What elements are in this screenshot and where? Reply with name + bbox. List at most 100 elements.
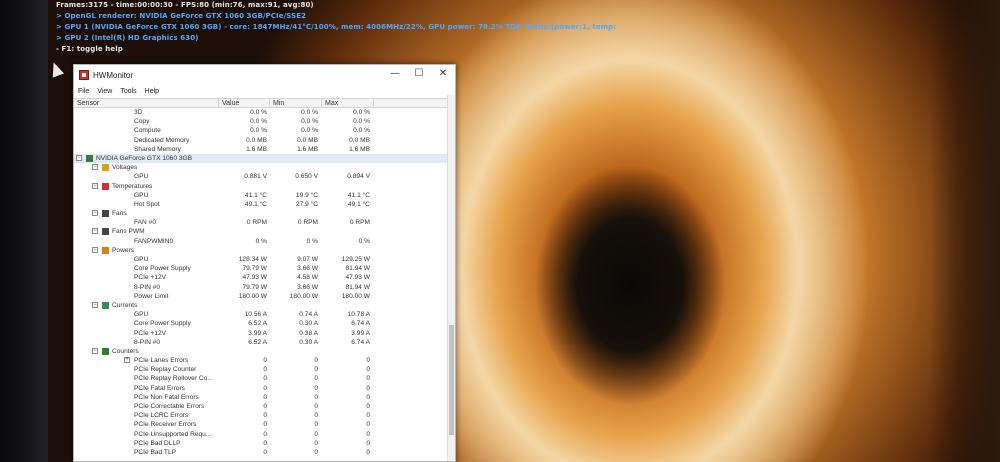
scrollbar-thumb[interactable] (449, 325, 454, 435)
sensor-row[interactable]: PCIe Replay Rollover Co... 0 0 0 (74, 374, 455, 383)
sensor-row[interactable]: PCIe Bad TLP 0 0 0 (74, 448, 455, 457)
sensor-row[interactable]: PCIe Fatal Errors 0 0 0 (74, 384, 455, 393)
column-header-value[interactable]: Value (219, 99, 270, 108)
sensor-label: Core Power Supply (134, 265, 191, 273)
sensor-row[interactable]: Shared Memory 1.6 MB 1.6 MB 1.6 MB (74, 145, 455, 154)
sensor-max: 0.0 % (353, 118, 370, 126)
sensor-row[interactable]: − Currents (74, 301, 455, 310)
collapse-toggle-icon[interactable]: − (92, 301, 98, 308)
sensor-value: 1.6 MB (246, 145, 267, 153)
sensor-max: 0 (366, 357, 370, 365)
sensor-row[interactable]: − Fans PWM (74, 227, 455, 236)
sensor-row[interactable]: Core Power Supply 6.52 A 0.30 A 6.74 A (74, 319, 455, 328)
title-bar[interactable]: HWMonitor — ☐ ✕ (74, 65, 455, 85)
sensor-max: 0 (366, 384, 370, 392)
sensor-value: 0 (263, 393, 267, 401)
sensor-row[interactable]: − Powers (74, 246, 455, 255)
collapse-toggle-icon[interactable]: − (76, 154, 82, 161)
sensor-row[interactable]: GPU 0.881 V 0.650 V 0.894 V (74, 172, 455, 181)
sensor-min: 0 (314, 357, 318, 365)
sensor-label: 3D (134, 109, 143, 116)
sensor-row[interactable]: PCIe Receiver Errors 0 0 0 (74, 420, 455, 429)
sensor-row[interactable]: PCIe +12V 3.99 A 0.38 A 3.99 A (74, 329, 455, 338)
sensor-label: Powers (112, 246, 134, 254)
sensor-value: 10.56 A (244, 311, 267, 319)
column-header-sensor[interactable]: Sensor (74, 99, 219, 108)
minimize-button[interactable]: — (383, 65, 407, 85)
menu-file[interactable]: File (78, 88, 89, 95)
sensor-label: PCIe Replay Counter (134, 366, 197, 374)
sensor-max: 0 (366, 375, 370, 383)
collapse-toggle-icon[interactable]: − (92, 164, 98, 171)
sensor-row[interactable]: GPU 10.56 A 0.74 A 10.78 A (74, 310, 455, 319)
sensor-row[interactable]: PCIe Replay Counter 0 0 0 (74, 365, 455, 374)
sensor-value: 3.99 A (248, 329, 267, 337)
sensor-row[interactable]: PCIe Non Fatal Errors 0 0 0 (74, 393, 455, 402)
menu-tools[interactable]: Tools (120, 88, 136, 95)
sensor-row[interactable]: Copy 0.0 % 0.0 % 0.0 % (74, 117, 455, 126)
sensor-min: 0.30 A (299, 338, 318, 346)
collapse-toggle-icon[interactable]: − (92, 182, 98, 189)
sensor-row[interactable]: Core Power Supply 79.79 W 3.66 W 81.94 W (74, 264, 455, 273)
sensor-row[interactable]: − Counters (74, 347, 455, 356)
column-header-max[interactable]: Max (322, 99, 374, 108)
menu-help[interactable]: Help (145, 88, 159, 95)
sensor-label: Voltages (112, 164, 138, 172)
sensor-min: 0 RPM (297, 219, 318, 227)
sensor-row[interactable]: Dedicated Memory 0.0 MB 0.0 MB 0.0 MB (74, 136, 455, 145)
sensor-label: Core Power Supply (134, 320, 191, 328)
sensor-label: Power Limit (134, 292, 169, 300)
sensor-row[interactable]: GPU 128.34 W 9.07 W 129.25 W (74, 255, 455, 264)
maximize-button[interactable]: ☐ (407, 65, 431, 85)
collapse-toggle-icon[interactable]: − (92, 246, 98, 253)
sensor-max: 0.0 % (353, 127, 370, 135)
sensor-row[interactable]: PCIe Bad DLLP 0 0 0 (74, 439, 455, 448)
sensor-row[interactable]: PCIe Correctable Errors 0 0 0 (74, 402, 455, 411)
menu-view[interactable]: View (97, 88, 112, 95)
sensor-row[interactable]: 8-PIN #0 6.52 A 0.30 A 6.74 A (74, 338, 455, 347)
collapse-toggle-icon[interactable]: − (92, 210, 98, 217)
sensor-row[interactable]: FANPWMIN0 0 % 0 % 0 % (74, 237, 455, 246)
column-header-min[interactable]: Min (270, 99, 322, 108)
sensor-max: 0 (366, 430, 370, 438)
sensor-row[interactable]: − NVIDIA GeForce GTX 1060 3GB (74, 153, 455, 164)
sensor-row[interactable]: Compute 0.0 % 0.0 % 0.0 % (74, 126, 455, 135)
sensor-row[interactable]: PCIe LCRC Errors 0 0 0 (74, 411, 455, 420)
sensor-row[interactable]: Hot Spot 49.1 °C 27.9 °C 49.1 °C (74, 200, 455, 209)
sensor-row[interactable]: PCIe +12V 47.93 W 4.58 W 47.93 W (74, 273, 455, 282)
monitor-bezel-left (0, 0, 48, 462)
sensor-label: PCIe Bad TLP (134, 448, 177, 456)
sensor-row[interactable]: + PCIe Lanes Errors 0 0 0 (74, 356, 455, 365)
sensor-label: PCIe Bad DLLP (134, 439, 181, 447)
sensor-label: Compute (134, 127, 161, 135)
expand-toggle-icon[interactable]: + (124, 357, 130, 364)
osd-renderer-line: > OpenGL renderer: NVIDIA GeForce GTX 10… (56, 12, 307, 20)
sensor-min: 0.30 A (299, 320, 318, 328)
sensor-row[interactable]: GPU 41.1 °C 19.9 °C 41.1 °C (74, 191, 455, 200)
osd-frames-line: Frames:3175 - time:00:00:30 - FPS:80 (mi… (56, 1, 314, 9)
sensor-value: 6.52 A (248, 338, 267, 346)
sensor-value: 0 (263, 384, 267, 392)
sensor-row[interactable]: − Fans (74, 209, 455, 218)
sensor-row[interactable]: − Voltages (74, 163, 455, 172)
sensor-max: 0 (366, 412, 370, 420)
sensor-row[interactable]: FAN #0 0 RPM 0 RPM 0 RPM (74, 218, 455, 227)
collapse-toggle-icon[interactable]: − (92, 228, 98, 235)
sensor-min: 0 (314, 384, 318, 392)
sensor-tree[interactable]: 3D 0.0 % 0.0 % 0.0 % Copy 0.0 % 0.0 % 0.0 % Comp… (74, 108, 455, 461)
close-button[interactable]: ✕ (431, 65, 455, 85)
sensor-row[interactable]: PCIe Unsupported Requ... 0 0 0 (74, 430, 455, 439)
sensor-row[interactable]: Power Limit 180.00 W 180.00 W 180.00 W (74, 292, 455, 301)
sensor-max: 0 (366, 366, 370, 374)
sensor-value: 49.1 °C (244, 200, 267, 208)
sensor-row[interactable]: 8-PIN #0 79.79 W 3.66 W 81.94 W (74, 283, 455, 292)
sensor-min: 4.58 W (297, 274, 318, 282)
collapse-toggle-icon[interactable]: − (92, 347, 98, 354)
sensor-row[interactable]: 3D 0.0 % 0.0 % 0.0 % (74, 108, 455, 117)
sensor-row[interactable]: − Temperatures (74, 182, 455, 191)
sensor-min: 0.38 A (299, 329, 318, 337)
sensor-label: Counters (112, 347, 139, 355)
vertical-scrollbar[interactable] (447, 95, 455, 461)
sensor-value: 0.0 MB (246, 136, 267, 144)
fan-icon (102, 210, 109, 218)
